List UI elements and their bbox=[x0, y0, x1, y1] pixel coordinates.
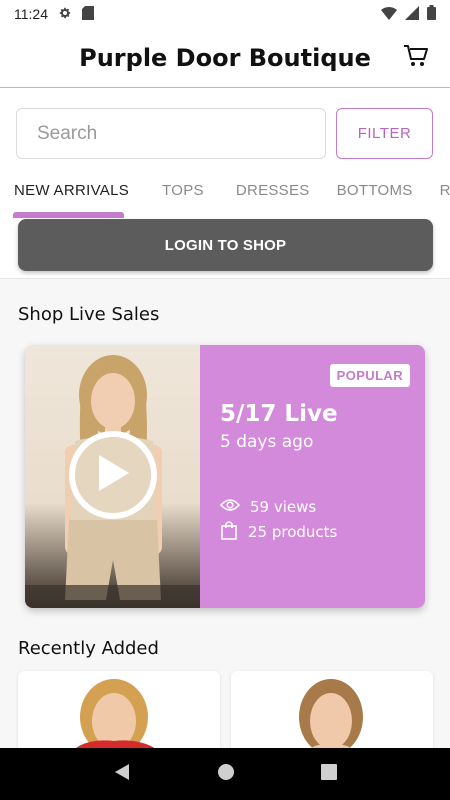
eye-icon bbox=[219, 498, 241, 516]
tab-rompers[interactable]: RO bbox=[440, 168, 450, 218]
category-tabs: NEW ARRIVALS TOPS DRESSES BOTTOMS RO bbox=[0, 168, 450, 218]
app-header: Purple Door Boutique bbox=[0, 28, 450, 88]
views-count: 59 views bbox=[250, 498, 317, 516]
products-stat: 25 products bbox=[220, 520, 337, 544]
products-count: 25 products bbox=[248, 523, 338, 541]
tab-bottoms[interactable]: BOTTOMS bbox=[337, 168, 413, 218]
status-right bbox=[381, 5, 436, 23]
live-sale-card[interactable]: POPULAR 5/17 Live 5 days ago 59 views 25… bbox=[25, 345, 425, 608]
filter-button[interactable]: FILTER bbox=[336, 108, 433, 159]
cart-icon bbox=[403, 44, 429, 73]
cart-button[interactable] bbox=[402, 44, 430, 72]
search-input[interactable] bbox=[16, 108, 326, 159]
views-stat: 59 views bbox=[219, 498, 317, 516]
back-icon[interactable] bbox=[113, 763, 131, 786]
status-left: 11:24 bbox=[14, 5, 94, 23]
recents-icon[interactable] bbox=[321, 763, 337, 785]
live-sale-title: 5/17 Live bbox=[220, 401, 338, 427]
live-sale-info: POPULAR 5/17 Live 5 days ago 59 views 25… bbox=[200, 345, 425, 608]
settings-icon bbox=[58, 6, 72, 23]
play-button[interactable] bbox=[69, 431, 157, 519]
sd-card-icon bbox=[82, 5, 94, 23]
home-icon[interactable] bbox=[217, 763, 235, 786]
tab-new-arrivals[interactable]: NEW ARRIVALS bbox=[14, 168, 129, 218]
system-nav-bar bbox=[0, 748, 450, 800]
page-title: Purple Door Boutique bbox=[79, 43, 371, 72]
wifi-icon bbox=[381, 6, 397, 23]
shopping-bag-icon bbox=[220, 520, 238, 544]
login-to-shop-button[interactable]: LOGIN TO SHOP bbox=[18, 219, 433, 271]
recently-added-heading: Recently Added bbox=[18, 638, 159, 659]
play-icon bbox=[95, 453, 131, 498]
live-sale-image bbox=[25, 345, 200, 608]
battery-icon bbox=[427, 5, 436, 23]
status-time: 11:24 bbox=[14, 6, 48, 22]
content-area: Shop Live Sales POPULAR 5/17 Live 5 days… bbox=[0, 278, 450, 761]
tab-tops[interactable]: TOPS bbox=[162, 168, 204, 218]
tab-indicator bbox=[13, 212, 124, 218]
status-bar: 11:24 bbox=[0, 0, 450, 28]
signal-icon bbox=[405, 5, 419, 23]
popular-badge: POPULAR bbox=[329, 364, 410, 387]
live-sales-heading: Shop Live Sales bbox=[18, 304, 160, 325]
live-sale-date: 5 days ago bbox=[220, 432, 314, 452]
tab-dresses[interactable]: DRESSES bbox=[236, 168, 310, 218]
